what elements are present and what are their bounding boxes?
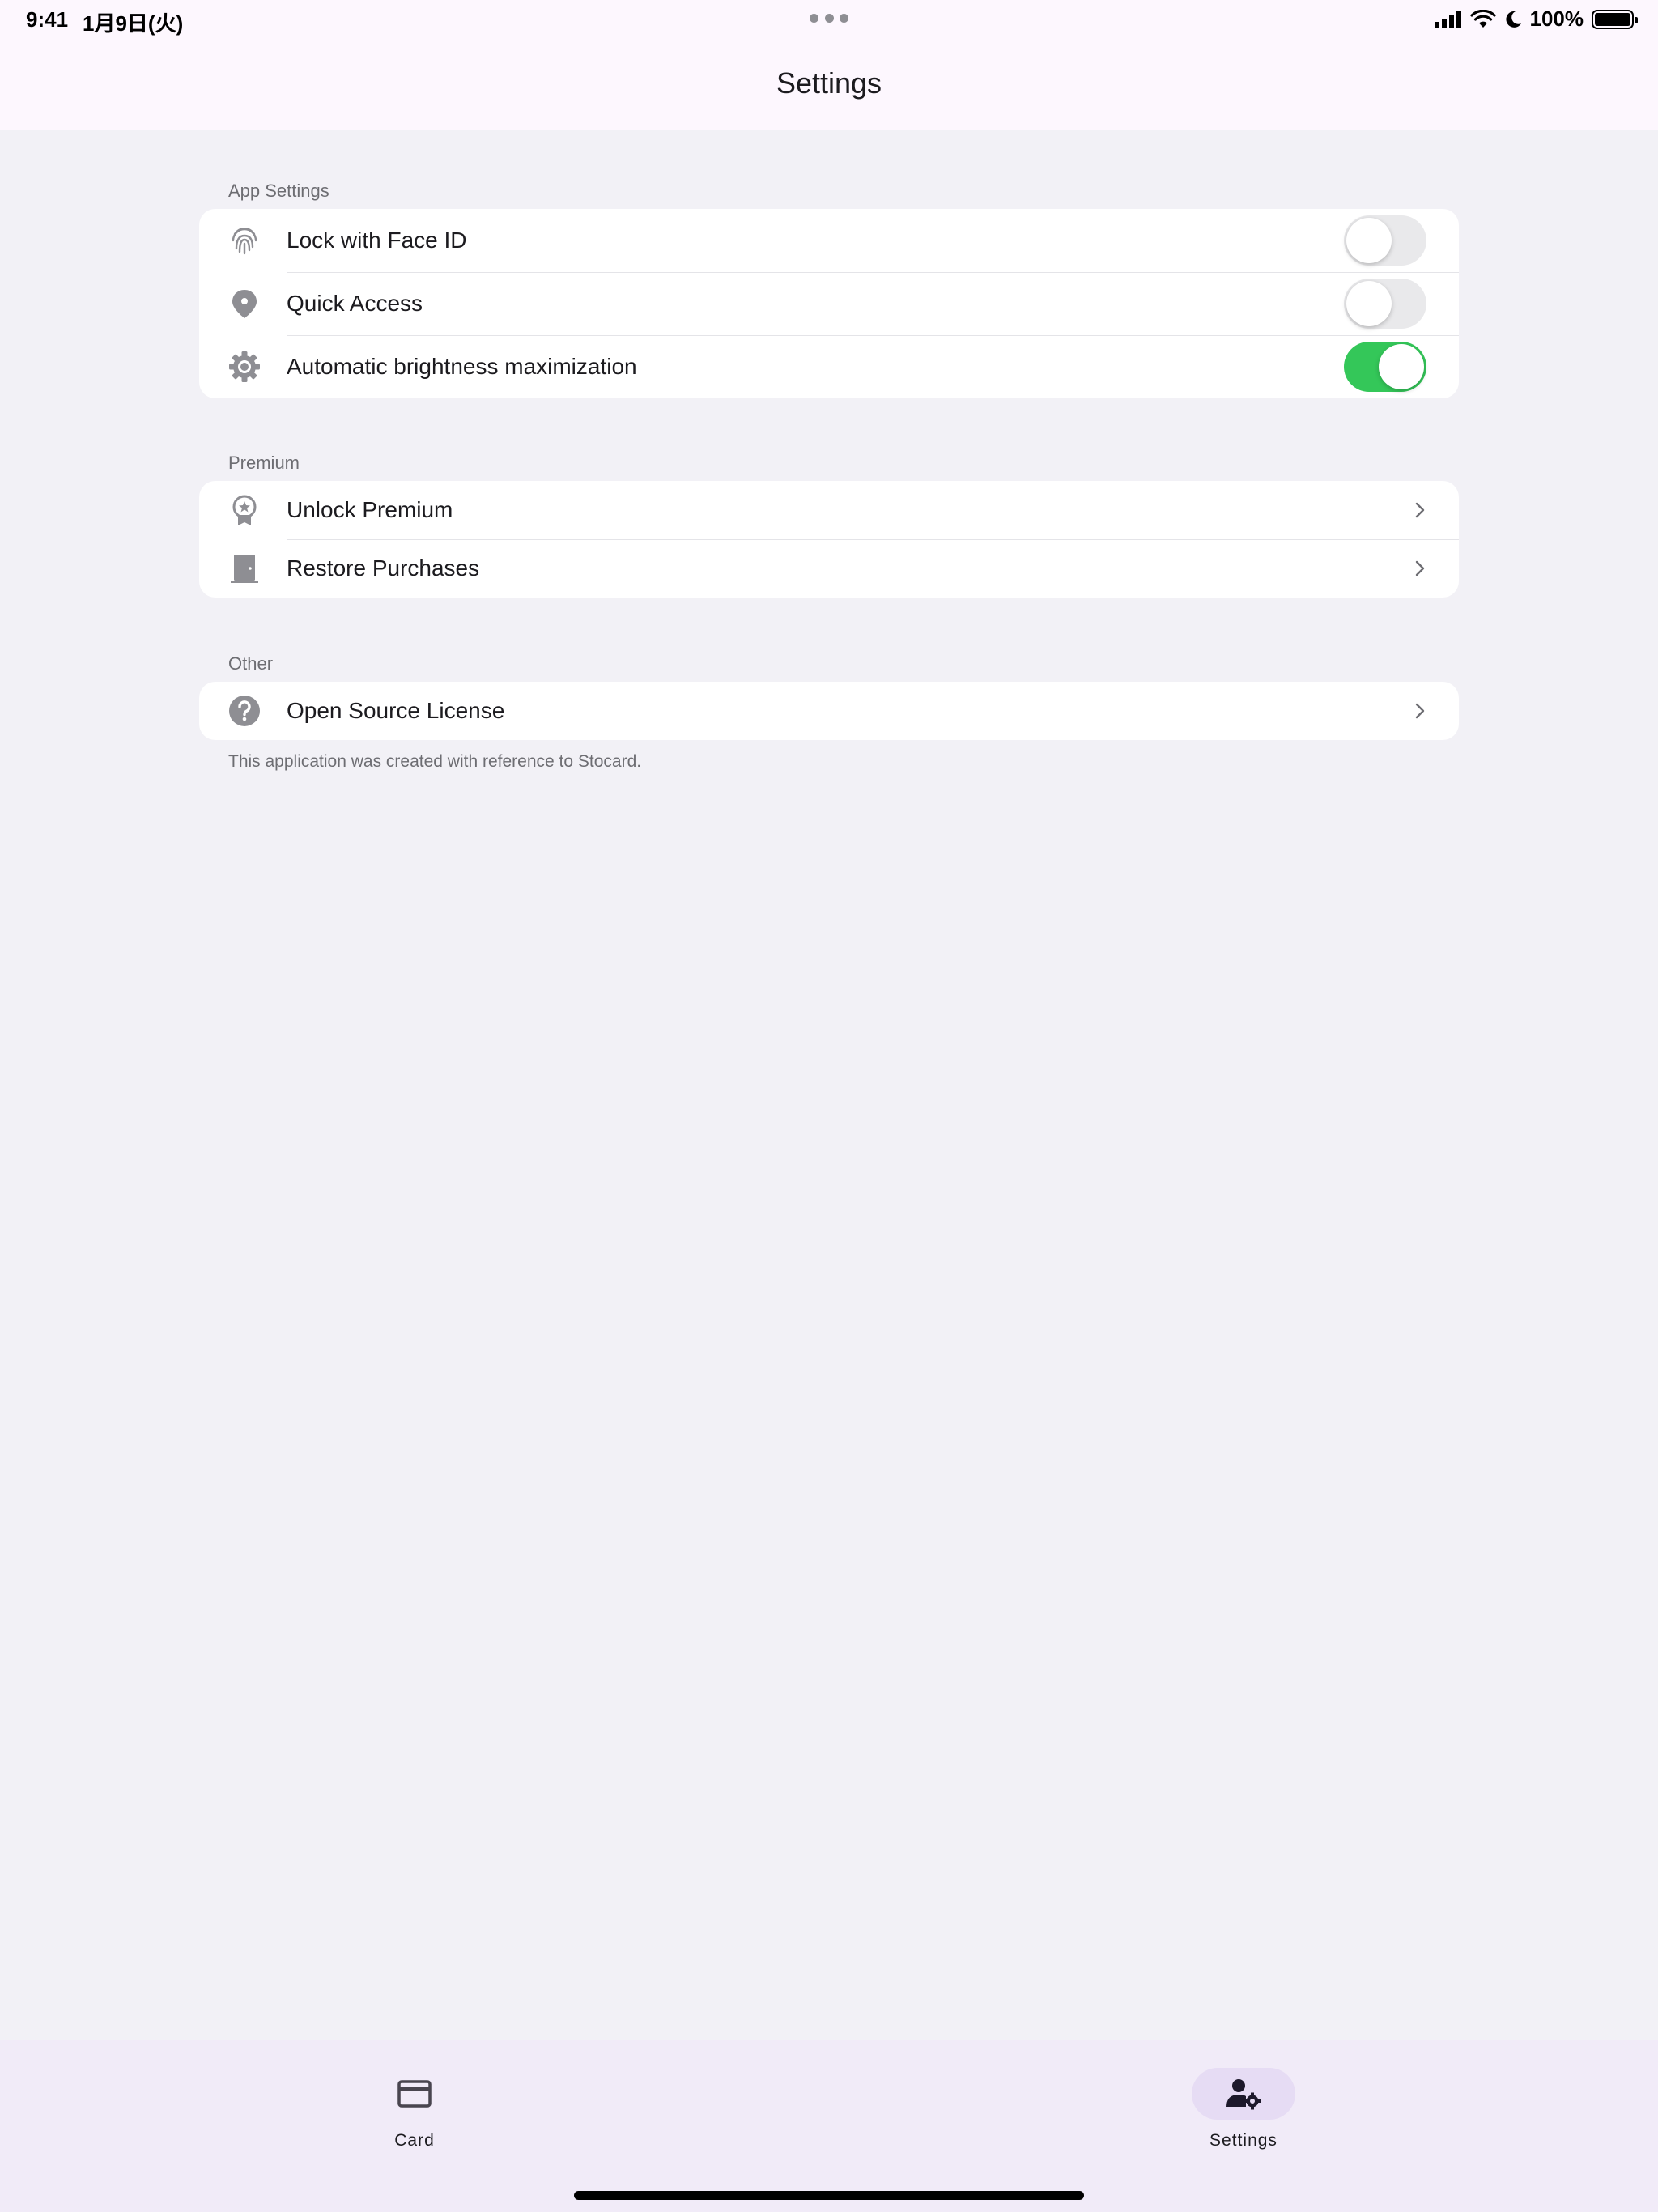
- section-label-other: Other: [228, 653, 274, 674]
- face-id-toggle[interactable]: [1344, 215, 1426, 266]
- chevron-right-icon: [1415, 560, 1425, 576]
- wifi-icon: [1469, 9, 1496, 28]
- moon-icon: [1505, 11, 1521, 28]
- setting-label: Quick Access: [287, 291, 423, 316]
- tab-card-indicator: [363, 2068, 466, 2120]
- page-title: Settings: [776, 66, 882, 100]
- multitasking-dots-icon[interactable]: [810, 14, 848, 23]
- section-label-app-settings: App Settings: [228, 181, 329, 201]
- premium-group: Unlock Premium Restore Purchases: [199, 481, 1459, 598]
- chevron-right-icon: [1415, 703, 1425, 719]
- door-icon: [228, 552, 261, 585]
- gear-icon: [228, 351, 261, 383]
- setting-label: Automatic brightness maximization: [287, 354, 637, 379]
- setting-lock-face-id[interactable]: Lock with Face ID: [199, 209, 1459, 272]
- quick-access-toggle[interactable]: [1344, 279, 1426, 329]
- setting-auto-brightness[interactable]: Automatic brightness maximization: [199, 335, 1459, 398]
- row-label: Open Source License: [287, 698, 505, 723]
- credit-card-icon: [397, 2080, 432, 2108]
- setting-label: Lock with Face ID: [287, 228, 467, 253]
- footnote-text: This application was created with refere…: [228, 752, 642, 771]
- cellular-signal-icon: [1434, 10, 1461, 28]
- row-label: Restore Purchases: [287, 555, 480, 581]
- tab-settings-indicator: [1192, 2068, 1295, 2120]
- top-bar: 9:41 1月9日(火) 100% Settings: [0, 0, 1658, 130]
- award-ribbon-icon: [228, 494, 261, 526]
- row-label: Unlock Premium: [287, 497, 453, 522]
- tab-label: Settings: [1209, 2131, 1278, 2150]
- battery-icon: [1592, 9, 1638, 29]
- restore-purchases-row[interactable]: Restore Purchases: [199, 539, 1459, 598]
- section-label-premium: Premium: [228, 453, 300, 473]
- status-bar: 9:41 1月9日(火) 100%: [0, 0, 1658, 39]
- brightness-toggle[interactable]: [1344, 342, 1426, 392]
- unlock-premium-row[interactable]: Unlock Premium: [199, 481, 1459, 539]
- status-time: 9:41: [26, 7, 69, 32]
- home-indicator[interactable]: [574, 2191, 1084, 2200]
- setting-quick-access[interactable]: Quick Access: [199, 272, 1459, 335]
- status-date: 1月9日(火): [83, 11, 184, 36]
- question-circle-icon: [228, 695, 261, 727]
- status-indicators: 100%: [1434, 6, 1638, 32]
- tab-label: Card: [394, 2131, 435, 2150]
- other-group: Open Source License: [199, 682, 1459, 740]
- bottom-tab-bar: Card Settings: [0, 2040, 1658, 2212]
- chevron-right-icon: [1415, 502, 1425, 518]
- person-settings-icon: [1226, 2079, 1261, 2110]
- tab-card[interactable]: Card: [358, 2068, 471, 2150]
- open-source-license-row[interactable]: Open Source License: [199, 682, 1459, 740]
- app-settings-group: Lock with Face ID Quick Access Automatic…: [199, 209, 1459, 398]
- tab-settings[interactable]: Settings: [1187, 2068, 1300, 2150]
- location-pin-icon: [228, 287, 261, 320]
- fingerprint-icon: [228, 224, 261, 257]
- battery-percent: 100%: [1529, 6, 1584, 31]
